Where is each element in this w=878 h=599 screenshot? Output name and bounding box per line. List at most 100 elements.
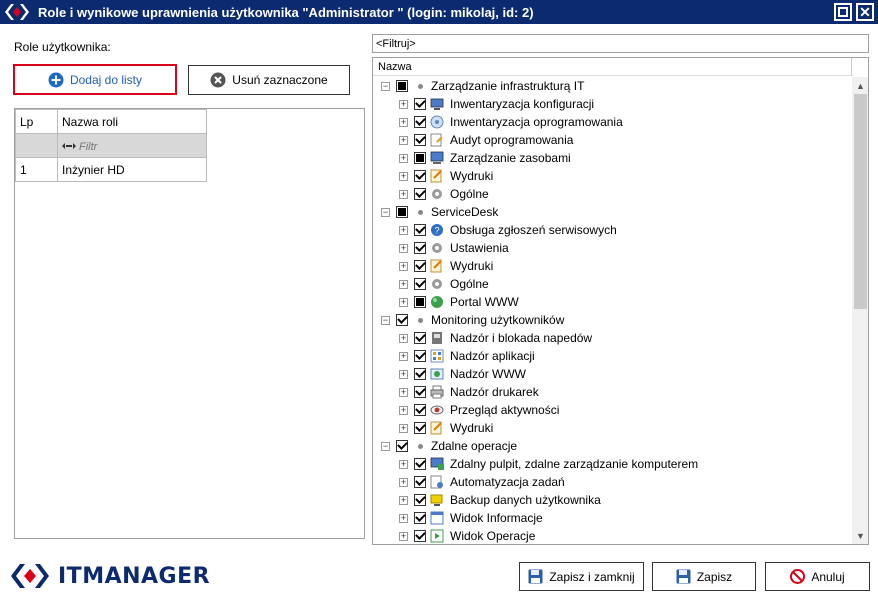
maximize-button[interactable] bbox=[834, 3, 852, 21]
tree-row[interactable]: + Przegląd aktywności bbox=[373, 401, 851, 419]
tree-row[interactable]: + Ustawienia bbox=[373, 239, 851, 257]
tree-row[interactable]: + Nadzór aplikacji bbox=[373, 347, 851, 365]
expand-icon[interactable]: + bbox=[399, 189, 408, 199]
itmanager-logo: ITMANAGER bbox=[10, 562, 210, 590]
cancel-button[interactable]: Anuluj bbox=[765, 562, 870, 591]
permission-checkbox[interactable] bbox=[396, 440, 408, 452]
tree-row[interactable]: +? Obsługa zgłoszeń serwisowych bbox=[373, 221, 851, 239]
permission-checkbox[interactable] bbox=[414, 170, 426, 182]
permission-checkbox[interactable] bbox=[414, 350, 426, 362]
permission-checkbox[interactable] bbox=[414, 296, 426, 308]
save-button[interactable]: Zapisz bbox=[652, 562, 756, 591]
save-and-close-button[interactable]: Zapisz i zamknij bbox=[519, 562, 644, 591]
expand-icon[interactable]: + bbox=[399, 387, 408, 397]
permission-checkbox[interactable] bbox=[414, 242, 426, 254]
tree-filter-input[interactable]: <Filtruj> bbox=[372, 34, 869, 53]
permission-checkbox[interactable] bbox=[396, 206, 408, 218]
expand-icon[interactable]: + bbox=[399, 279, 408, 289]
expand-icon[interactable]: + bbox=[399, 369, 408, 379]
expand-icon[interactable]: + bbox=[399, 261, 408, 271]
permission-checkbox[interactable] bbox=[396, 80, 408, 92]
tree-row[interactable]: + Ogólne bbox=[373, 185, 851, 203]
save-and-close-label: Zapisz i zamknij bbox=[549, 569, 635, 584]
tree-row[interactable]: + Inwentaryzacja oprogramowania bbox=[373, 113, 851, 131]
expand-icon[interactable]: + bbox=[399, 99, 408, 109]
tree-row[interactable]: + Wydruki bbox=[373, 167, 851, 185]
permission-checkbox[interactable] bbox=[414, 404, 426, 416]
tree-row[interactable]: + Portal WWW bbox=[373, 293, 851, 311]
permission-checkbox[interactable] bbox=[414, 332, 426, 344]
permission-checkbox[interactable] bbox=[414, 386, 426, 398]
collapse-icon[interactable]: − bbox=[381, 315, 390, 325]
permission-checkbox[interactable] bbox=[414, 422, 426, 434]
tree-row[interactable]: + Inwentaryzacja konfiguracji bbox=[373, 95, 851, 113]
tree-row[interactable]: + Nadzór WWW bbox=[373, 365, 851, 383]
expand-icon[interactable]: + bbox=[399, 459, 408, 469]
table-row[interactable]: 1 Inżynier HD bbox=[15, 157, 207, 182]
expand-icon[interactable]: + bbox=[399, 225, 408, 235]
tree-row[interactable]: − Zdalne operacje bbox=[373, 437, 851, 455]
tree-row[interactable]: + Wydruki bbox=[373, 419, 851, 437]
permission-checkbox[interactable] bbox=[414, 98, 426, 110]
tree-row[interactable]: + Ogólne bbox=[373, 275, 851, 293]
expand-icon[interactable]: + bbox=[399, 513, 408, 523]
tree-row[interactable]: − Zarządzanie infrastrukturą IT bbox=[373, 77, 851, 95]
permission-checkbox[interactable] bbox=[414, 476, 426, 488]
expand-icon[interactable]: + bbox=[399, 153, 408, 163]
tree-row[interactable]: + Nadzór i blokada napedów bbox=[373, 329, 851, 347]
tree-row[interactable]: + Zdalny pulpit, zdalne zarządzanie kompu… bbox=[373, 455, 851, 473]
permission-checkbox[interactable] bbox=[414, 188, 426, 200]
add-to-list-button[interactable]: Dodaj do listy bbox=[13, 64, 177, 95]
permission-checkbox[interactable] bbox=[414, 494, 426, 506]
collapse-icon[interactable]: − bbox=[381, 81, 390, 91]
expand-icon[interactable]: + bbox=[399, 243, 408, 253]
tree-row[interactable]: + Widok Informacje bbox=[373, 509, 851, 527]
permission-checkbox[interactable] bbox=[414, 116, 426, 128]
filter-cell-lp[interactable] bbox=[15, 133, 58, 158]
permission-checkbox[interactable] bbox=[414, 224, 426, 236]
column-header-role-name[interactable]: Nazwa roli bbox=[57, 109, 207, 134]
expand-icon[interactable]: + bbox=[399, 171, 408, 181]
permission-checkbox[interactable] bbox=[414, 530, 426, 542]
expand-icon[interactable]: + bbox=[399, 495, 408, 505]
expand-icon[interactable]: + bbox=[399, 117, 408, 127]
tree-row[interactable]: + Nadzór drukarek bbox=[373, 383, 851, 401]
scroll-down-icon[interactable]: ▼ bbox=[852, 527, 868, 544]
permission-checkbox[interactable] bbox=[414, 368, 426, 380]
permission-checkbox[interactable] bbox=[414, 152, 426, 164]
permission-checkbox[interactable] bbox=[414, 260, 426, 272]
tree-row[interactable]: + Widok Operacje bbox=[373, 527, 851, 544]
permission-checkbox[interactable] bbox=[414, 458, 426, 470]
permission-checkbox[interactable] bbox=[414, 512, 426, 524]
close-button[interactable]: ✕ bbox=[856, 3, 874, 21]
tree-row[interactable]: − ServiceDesk bbox=[373, 203, 851, 221]
expand-icon[interactable]: + bbox=[399, 477, 408, 487]
tree-column-header[interactable]: Nazwa bbox=[373, 58, 853, 76]
collapse-icon[interactable]: − bbox=[381, 207, 390, 217]
permission-checkbox[interactable] bbox=[414, 278, 426, 290]
expand-icon[interactable]: + bbox=[399, 531, 408, 541]
scroll-thumb[interactable] bbox=[854, 94, 867, 309]
floppy-icon bbox=[676, 569, 691, 584]
scroll-up-icon[interactable]: ▲ bbox=[852, 77, 868, 94]
expand-icon[interactable]: + bbox=[399, 333, 408, 343]
tree-row[interactable]: + Zarządzanie zasobami bbox=[373, 149, 851, 167]
expand-icon[interactable]: + bbox=[399, 423, 408, 433]
expand-icon[interactable]: + bbox=[399, 405, 408, 415]
tree-row[interactable]: + Wydruki bbox=[373, 257, 851, 275]
expand-icon[interactable]: + bbox=[399, 297, 408, 307]
permission-checkbox[interactable] bbox=[396, 314, 408, 326]
tree-row[interactable]: + Automatyzacja zadań bbox=[373, 473, 851, 491]
filter-cell-role-name[interactable]: Filtr bbox=[57, 133, 207, 158]
permission-checkbox[interactable] bbox=[414, 134, 426, 146]
expand-icon[interactable]: + bbox=[399, 351, 408, 361]
add-to-list-label: Dodaj do listy bbox=[69, 72, 143, 87]
tree-row[interactable]: − Monitoring użytkowników bbox=[373, 311, 851, 329]
tree-scrollbar[interactable]: ▲ ▼ bbox=[852, 77, 868, 544]
tree-row[interactable]: + Backup danych użytkownika bbox=[373, 491, 851, 509]
tree-row[interactable]: + Audyt oprogramowania bbox=[373, 131, 851, 149]
collapse-icon[interactable]: − bbox=[381, 441, 390, 451]
remove-selected-button[interactable]: Usuń zaznaczone bbox=[188, 65, 350, 95]
column-header-lp[interactable]: Lp bbox=[15, 109, 58, 134]
expand-icon[interactable]: + bbox=[399, 135, 408, 145]
